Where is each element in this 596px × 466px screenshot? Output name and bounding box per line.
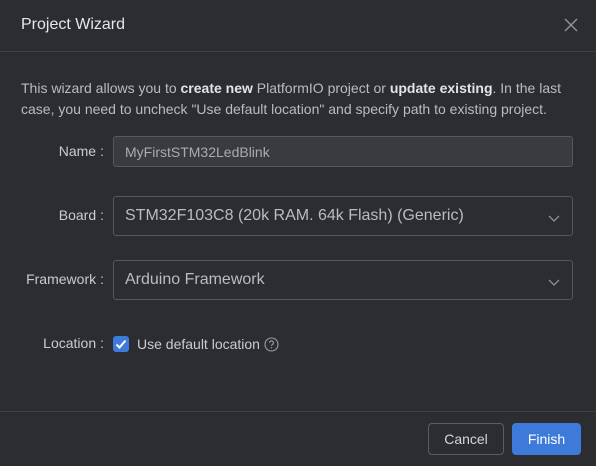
dialog-footer [0, 411, 596, 466]
framework-select[interactable]: Arduino Framework [113, 260, 573, 300]
finish-button[interactable]: Finish [512, 423, 581, 455]
dialog-title: Project Wizard [21, 16, 126, 33]
chevron-down-icon [548, 211, 560, 223]
name-input[interactable] [113, 136, 573, 167]
use-default-location-label[interactable]: Use default location [137, 336, 260, 352]
project-wizard-dialog: Project Wizard This wizard allows you to… [0, 0, 596, 466]
wizard-description: This wizard allows you to create new Pla… [21, 78, 577, 120]
name-label: Name: [58, 143, 104, 159]
framework-select-value: Arduino Framework [125, 271, 265, 288]
dialog-header: Project Wizard [0, 0, 596, 52]
board-label: Board: [58, 207, 104, 223]
intro-bold-create-new: create new [180, 80, 253, 96]
checkmark-icon [115, 339, 127, 349]
use-default-location-checkbox[interactable] [113, 336, 129, 352]
intro-bold-update-existing: update existing [389, 80, 493, 96]
cancel-button[interactable]: Cancel [428, 423, 504, 455]
chevron-down-icon [548, 275, 560, 287]
intro-text-2: PlatformIO project or [252, 80, 390, 96]
close-icon[interactable] [560, 14, 582, 36]
framework-label: Framework: [26, 271, 104, 287]
location-label: Location: [43, 335, 104, 351]
board-select[interactable]: STM32F103C8 (20k RAM. 64k Flash) (Generi… [113, 196, 573, 236]
board-select-value: STM32F103C8 (20k RAM. 64k Flash) (Generi… [125, 207, 464, 224]
intro-text-1: This wizard allows you to [21, 80, 181, 96]
help-circle-icon[interactable] [264, 337, 279, 352]
